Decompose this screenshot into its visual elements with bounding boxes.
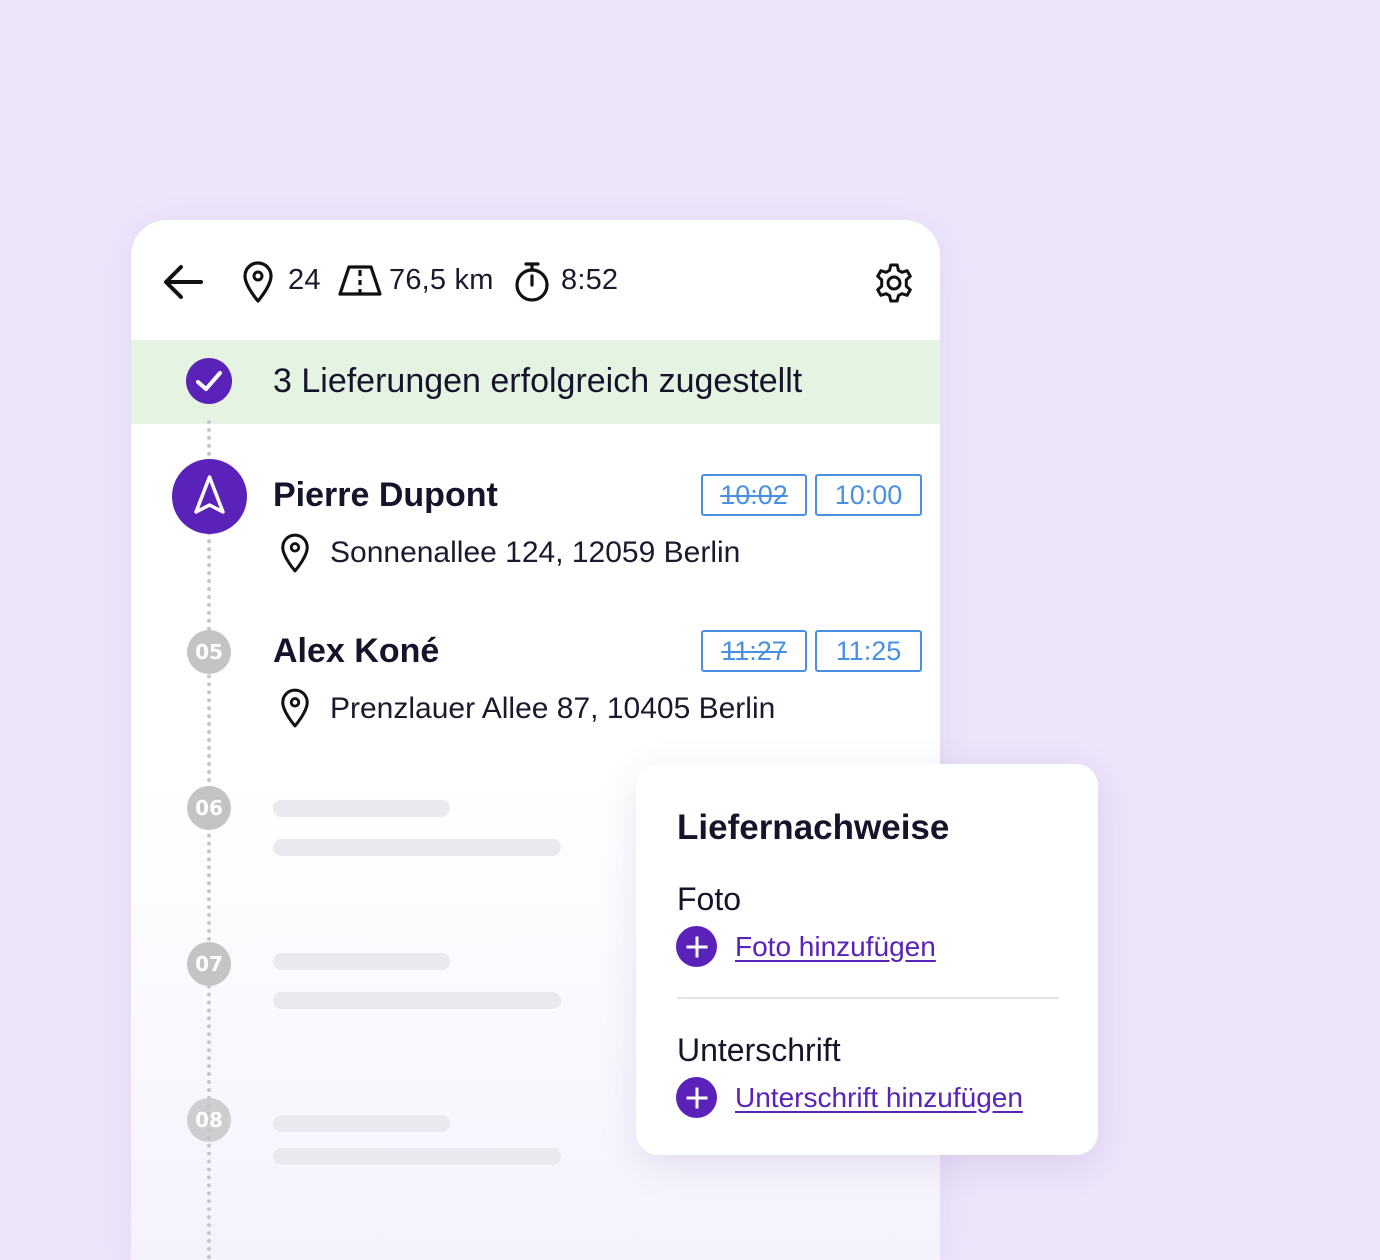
stop-number-badge: 07 (187, 942, 231, 986)
signature-label: Unterschrift (677, 1032, 841, 1068)
check-icon (186, 358, 232, 404)
divider (677, 997, 1059, 999)
stop-address-current: Sonnenallee 124, 12059 Berlin (330, 536, 741, 569)
skeleton-line (273, 1148, 561, 1165)
stop-number-badge: 08 (187, 1098, 231, 1142)
route-header: 24 76,5 km 8:52 (131, 220, 940, 340)
stop-address: Prenzlauer Allee 87, 10405 Berlin (330, 692, 776, 725)
stop-name-current[interactable]: Pierre Dupont (273, 476, 498, 515)
stop-number-badge: 06 (187, 786, 231, 830)
delivered-banner-text: 3 Lieferungen erfolgreich zugestellt (273, 362, 803, 400)
eta-badge: 11:25 (815, 630, 922, 672)
skeleton-line (273, 1115, 450, 1132)
planned-time-text: 11:27 (721, 635, 787, 666)
eta-text: 11:25 (835, 635, 902, 666)
eta-text: 10:00 (834, 479, 903, 510)
add-photo-link[interactable]: Foto hinzufügen (735, 931, 936, 963)
stopwatch-icon (515, 262, 549, 302)
map-pin-icon (243, 261, 273, 303)
photo-label: Foto (677, 881, 742, 917)
settings-button[interactable] (871, 260, 917, 306)
skeleton-line (273, 800, 450, 817)
add-signature-plus-icon[interactable] (676, 1077, 717, 1118)
add-signature-link[interactable]: Unterschrift hinzufügen (735, 1082, 1023, 1114)
stop-number-badge: 05 (187, 630, 231, 674)
stop-count: 24 (288, 264, 321, 296)
proof-of-delivery-card: Liefernachweise Foto Foto hinzufügen Unt… (636, 764, 1098, 1155)
planned-time-badge: 11:27 (701, 630, 807, 672)
road-icon (338, 265, 382, 296)
back-button[interactable] (161, 260, 207, 304)
skeleton-line (273, 839, 561, 856)
address-pin-icon (281, 688, 309, 728)
gear-icon (876, 263, 912, 303)
back-arrow-icon (164, 265, 203, 299)
eta-badge: 10:00 (815, 474, 922, 516)
delivered-banner: 3 Lieferungen erfolgreich zugestellt (131, 340, 940, 424)
proof-title: Liefernachweise (677, 808, 950, 847)
address-pin-icon (281, 533, 309, 573)
skeleton-line (273, 953, 450, 970)
route-duration: 8:52 (561, 264, 619, 296)
route-distance: 76,5 km (389, 264, 494, 296)
skeleton-line (273, 992, 561, 1009)
add-photo-plus-icon[interactable] (676, 926, 717, 967)
stop-name[interactable]: Alex Koné (273, 632, 439, 671)
planned-time-badge: 10:02 (701, 474, 807, 516)
planned-time-text: 10:02 (720, 479, 788, 510)
navigation-icon[interactable] (172, 459, 247, 534)
